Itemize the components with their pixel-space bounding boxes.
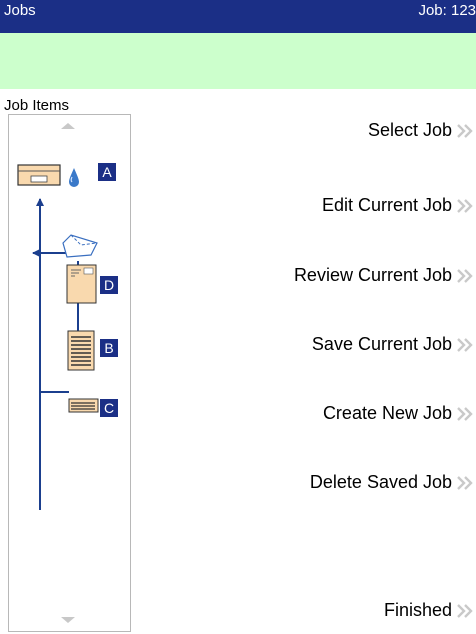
select-job-label: Select Job bbox=[367, 120, 452, 140]
review-current-job-button[interactable]: Review Current Job bbox=[294, 265, 476, 286]
finished-label: Finished bbox=[383, 600, 452, 620]
item-badge-c[interactable]: C bbox=[100, 399, 118, 417]
chevron-double-right-icon bbox=[457, 268, 473, 283]
ink-drop-icon bbox=[69, 168, 79, 187]
open-envelope-icon[interactable] bbox=[62, 234, 98, 258]
select-job-button[interactable]: Select Job bbox=[368, 120, 476, 141]
chevron-double-right-icon bbox=[457, 475, 473, 490]
chevron-double-right-icon bbox=[457, 198, 473, 213]
chevron-double-right-icon bbox=[457, 337, 473, 352]
chevron-double-right-icon bbox=[457, 603, 473, 618]
window-title: Jobs bbox=[4, 2, 36, 19]
delete-saved-job-button[interactable]: Delete Saved Job bbox=[310, 472, 476, 493]
delete-saved-job-label: Delete Saved Job bbox=[309, 472, 452, 492]
create-new-job-button[interactable]: Create New Job bbox=[323, 403, 476, 424]
review-current-job-label: Review Current Job bbox=[293, 265, 452, 285]
title-bar: Jobs Job: 123 bbox=[0, 0, 476, 33]
finished-button[interactable]: Finished bbox=[384, 600, 476, 621]
status-banner bbox=[0, 33, 476, 89]
edit-current-job-label: Edit Current Job bbox=[321, 195, 452, 215]
save-current-job-button[interactable]: Save Current Job bbox=[312, 334, 476, 355]
save-current-job-label: Save Current Job bbox=[311, 334, 452, 354]
insert-icon[interactable] bbox=[68, 398, 99, 413]
job-number: Job: 123 bbox=[418, 2, 476, 19]
job-items-label: Job Items bbox=[4, 97, 70, 114]
edit-current-job-button[interactable]: Edit Current Job bbox=[322, 195, 476, 216]
job-items-panel: A D B C bbox=[8, 114, 131, 632]
envelope-icon[interactable] bbox=[17, 164, 61, 186]
scroll-down-icon[interactable] bbox=[61, 617, 75, 623]
job-items-tree bbox=[17, 164, 99, 510]
document-icon[interactable] bbox=[66, 264, 97, 304]
text-sheet-icon[interactable] bbox=[67, 330, 95, 371]
item-badge-b[interactable]: B bbox=[100, 339, 118, 357]
create-new-job-label: Create New Job bbox=[322, 403, 452, 423]
item-badge-d[interactable]: D bbox=[100, 276, 118, 294]
chevron-double-right-icon bbox=[457, 123, 473, 138]
item-badge-a[interactable]: A bbox=[98, 163, 116, 181]
chevron-double-right-icon bbox=[457, 406, 473, 421]
